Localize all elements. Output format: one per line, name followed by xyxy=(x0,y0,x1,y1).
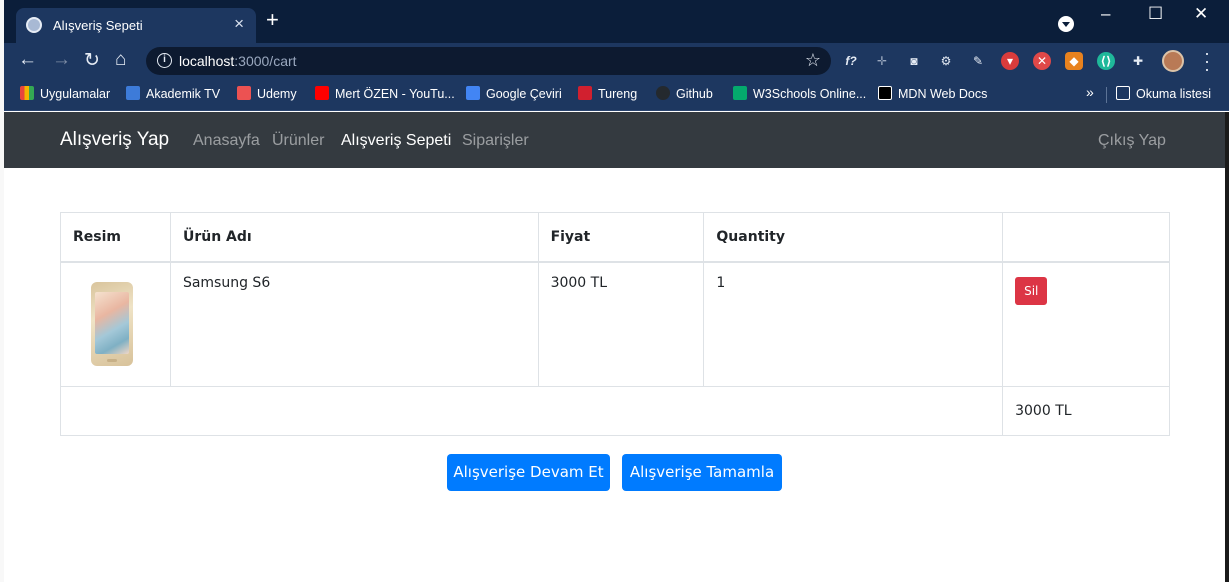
w3schools-icon xyxy=(733,86,747,100)
complete-order-button[interactable]: Alışverişe Tamamla xyxy=(622,454,782,491)
product-image-cell xyxy=(60,261,171,387)
bookmark-youtube[interactable]: Mert ÖZEN - YouTu... xyxy=(315,86,455,101)
navbar-brand[interactable]: Alışveriş Yap xyxy=(60,129,169,151)
bookmark-google-translate[interactable]: Google Çeviri xyxy=(466,86,562,101)
reading-list-label: Okuma listesi xyxy=(1136,87,1212,101)
column-header-price: Fiyat xyxy=(537,212,705,263)
total-row: 3000 TL xyxy=(59,386,1170,436)
cart-total: 3000 TL xyxy=(1002,386,1170,436)
bookmark-label: Github xyxy=(676,87,713,101)
browser-toolbar: ← → ↻ ⌂ i localhost:3000/cart ☆ f? ✛ ◙ ⚙… xyxy=(4,43,1229,79)
github-icon xyxy=(656,86,670,100)
nav-link-products[interactable]: Ürünler xyxy=(272,132,324,150)
table-row: Samsung S6 3000 TL 1 Sil xyxy=(60,261,1170,387)
puzzle-extensions-icon[interactable]: ✚ xyxy=(1129,52,1147,70)
back-icon[interactable]: ← xyxy=(18,49,37,71)
bookmark-mdn[interactable]: MDN Web Docs xyxy=(878,86,987,101)
formula-extension-icon[interactable]: f? xyxy=(842,52,860,70)
product-quantity: 1 xyxy=(703,261,1004,387)
blocker-extension-icon[interactable]: ✕ xyxy=(1033,52,1051,70)
bookmark-label: W3Schools Online... xyxy=(753,87,867,101)
bookmark-star-icon[interactable]: ☆ xyxy=(805,50,821,71)
home-icon[interactable]: ⌂ xyxy=(115,49,126,71)
tab-title: Alışveriş Sepeti xyxy=(53,18,143,33)
bookmark-github[interactable]: Github xyxy=(656,86,713,101)
forward-icon[interactable]: → xyxy=(52,49,71,71)
browser-tab[interactable]: Alışveriş Sepeti × xyxy=(16,8,256,43)
tab-search-icon[interactable] xyxy=(1058,16,1074,32)
site-info-icon[interactable]: i xyxy=(157,53,172,68)
bookmark-label: Mert ÖZEN - YouTu... xyxy=(335,87,455,101)
url-text: localhost:3000/cart xyxy=(179,53,297,69)
cart-table: Resim Ürün Adı Fiyat Quantity Samsung S6… xyxy=(59,212,1170,436)
bookmark-apps[interactable]: Uygulamalar xyxy=(20,86,110,101)
bookmark-label: Google Çeviri xyxy=(486,87,562,101)
product-actions-cell: Sil xyxy=(1002,261,1170,387)
minimize-icon[interactable]: – xyxy=(1101,4,1110,24)
reload-icon[interactable]: ↻ xyxy=(84,49,100,72)
bookmark-label: Udemy xyxy=(257,87,297,101)
tureng-icon xyxy=(578,86,592,100)
continue-shopping-button[interactable]: Alışverişe Devam Et xyxy=(447,454,610,491)
code-extension-icon[interactable]: ⟨⟩ xyxy=(1097,52,1115,70)
bookmark-label: MDN Web Docs xyxy=(898,87,988,101)
product-image xyxy=(91,281,133,366)
profile-avatar[interactable] xyxy=(1162,50,1184,72)
column-header-quantity: Quantity xyxy=(703,212,1004,263)
tab-close-icon[interactable]: × xyxy=(234,14,244,34)
phone-home-button xyxy=(107,358,117,362)
gear-extension-icon[interactable]: ⚙ xyxy=(937,52,955,70)
app-navbar: Alışveriş Yap Anasayfa Ürünler Alışveriş… xyxy=(4,112,1225,168)
maximize-icon[interactable]: ☐ xyxy=(1148,4,1163,24)
address-bar[interactable]: i localhost:3000/cart ☆ xyxy=(146,47,831,75)
product-price: 3000 TL xyxy=(537,261,705,387)
cart-page: Resim Ürün Adı Fiyat Quantity Samsung S6… xyxy=(4,168,1225,582)
window-close-icon[interactable]: ✕ xyxy=(1194,4,1208,24)
apps-grid-icon xyxy=(20,86,34,100)
browser-titlebar: Alışveriş Sepeti × + – ☐ ✕ xyxy=(4,0,1229,43)
play-icon xyxy=(126,86,140,100)
bookmark-label: Akademik TV xyxy=(146,87,221,101)
column-header-actions xyxy=(1002,212,1170,263)
column-header-product-name: Ürün Adı xyxy=(169,212,539,263)
move-extension-icon[interactable]: ✛ xyxy=(873,52,891,70)
udemy-icon xyxy=(237,86,251,100)
bookmark-akademik-tv[interactable]: Akademik TV xyxy=(126,86,220,101)
metamask-fox-icon[interactable]: ◆ xyxy=(1065,52,1083,70)
product-name: Samsung S6 xyxy=(169,261,539,387)
window-edge xyxy=(1225,112,1229,582)
more-bookmarks-icon[interactable]: » xyxy=(1086,84,1094,100)
bookmark-label: Tureng xyxy=(598,87,638,101)
phone-screen xyxy=(95,291,129,354)
nav-link-home[interactable]: Anasayfa xyxy=(193,132,260,150)
browser-menu-icon[interactable]: · · · xyxy=(1204,44,1210,78)
bookmark-udemy[interactable]: Udemy xyxy=(237,86,297,101)
reading-list-button[interactable]: Okuma listesi xyxy=(1116,86,1211,101)
total-spacer xyxy=(59,386,1004,436)
bookmark-w3schools[interactable]: W3Schools Online... xyxy=(733,86,866,101)
reading-list-icon xyxy=(1116,86,1130,100)
bookmarks-divider xyxy=(1106,87,1107,103)
youtube-icon xyxy=(315,86,329,100)
bookmark-tureng[interactable]: Tureng xyxy=(578,86,637,101)
mdn-icon xyxy=(878,86,892,100)
nav-link-orders[interactable]: Siparişler xyxy=(462,132,529,150)
bookmark-label: Uygulamalar xyxy=(40,87,111,101)
save-extension-icon[interactable]: ▾ xyxy=(1001,52,1019,70)
delete-button[interactable]: Sil xyxy=(1015,276,1048,305)
camera-extension-icon[interactable]: ◙ xyxy=(905,52,923,70)
table-header-row: Resim Ürün Adı Fiyat Quantity xyxy=(60,212,1170,263)
nav-link-cart[interactable]: Alışveriş Sepeti xyxy=(341,132,451,150)
globe-icon xyxy=(26,17,42,33)
logout-link[interactable]: Çıkış Yap xyxy=(1098,132,1166,150)
translate-icon xyxy=(466,86,480,100)
new-tab-icon[interactable]: + xyxy=(266,9,279,31)
bookmarks-bar: Uygulamalar Akademik TV Udemy Mert ÖZEN … xyxy=(4,79,1229,111)
column-header-image: Resim xyxy=(60,212,171,263)
pen-extension-icon[interactable]: ✎ xyxy=(969,52,987,70)
